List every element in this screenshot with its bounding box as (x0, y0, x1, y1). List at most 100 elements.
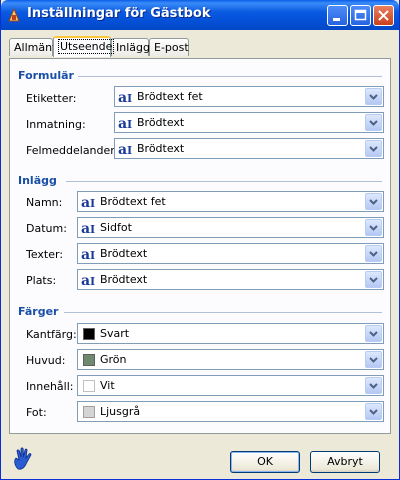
dropdown-button[interactable] (365, 271, 382, 288)
huvud-select[interactable]: Grön (77, 349, 384, 370)
minimize-button[interactable] (327, 5, 348, 26)
tab-inlagg[interactable]: Inlägg (111, 38, 150, 56)
font-style-icon: aI (118, 142, 132, 156)
chevron-down-icon (369, 199, 378, 205)
svg-text:I: I (127, 144, 132, 156)
select-value: Vit (100, 379, 115, 392)
kantfarg-select[interactable]: Svart (77, 323, 384, 344)
select-value: Ljusgrå (100, 405, 141, 418)
namn-select[interactable]: aI Brödtext fet (77, 191, 384, 212)
svg-text:I: I (90, 197, 95, 209)
select-value: Brödtext fet (100, 195, 166, 208)
dropdown-button[interactable] (365, 325, 382, 342)
label-texter: Texter: (26, 248, 64, 261)
font-style-icon: aI (118, 90, 132, 104)
chevron-down-icon (369, 277, 378, 283)
maximize-icon (354, 9, 367, 21)
section-divider (64, 312, 382, 313)
svg-text:a: a (81, 221, 90, 235)
label-huvud: Huvud: (26, 354, 66, 367)
tab-utseende[interactable]: Utseende (53, 36, 115, 57)
label-inmatning: Inmatning: (26, 118, 86, 131)
svg-text:a: a (81, 247, 90, 261)
select-value: Grön (100, 353, 127, 366)
svg-text:I: I (90, 249, 95, 261)
plats-select[interactable]: aI Brödtext (77, 269, 384, 290)
label-kantfarg: Kantfärg: (26, 328, 77, 341)
etiketter-select[interactable]: aI Brödtext fet (114, 86, 384, 107)
svg-text:I: I (127, 118, 132, 130)
color-swatch (83, 328, 95, 340)
section-divider (66, 181, 382, 182)
tab-label: E-post (154, 41, 189, 54)
font-style-icon: aI (81, 273, 95, 287)
font-style-icon: aI (81, 247, 95, 261)
select-value: Sidfot (100, 221, 132, 234)
title-bar[interactable]: Inställningar för Gästbok (1, 0, 399, 30)
chevron-down-icon (369, 357, 378, 363)
chevron-down-icon (369, 225, 378, 231)
select-value: Brödtext fet (137, 90, 203, 103)
close-icon (378, 10, 389, 21)
dropdown-button[interactable] (365, 88, 382, 105)
chevron-down-icon (369, 146, 378, 152)
select-value: Brödtext (100, 247, 148, 260)
svg-text:a: a (118, 90, 127, 104)
close-button[interactable] (373, 5, 394, 26)
color-swatch (83, 406, 95, 418)
texter-select[interactable]: aI Brödtext (77, 243, 384, 264)
color-swatch (83, 380, 95, 392)
select-value: Brödtext (137, 116, 185, 129)
font-style-icon: aI (118, 116, 132, 130)
innehall-select[interactable]: Vit (77, 375, 384, 396)
tab-label: Inlägg (116, 41, 150, 54)
font-style-icon: aI (81, 221, 95, 235)
label-innehall: Innehåll: (26, 380, 74, 393)
dropdown-button[interactable] (365, 351, 382, 368)
font-style-icon: aI (81, 195, 95, 209)
label-fot: Fot: (26, 406, 47, 419)
select-value: Brödtext (137, 142, 185, 155)
label-felmeddelanden: Felmeddelanden: (26, 144, 121, 157)
settings-window: Inställningar för Gästbok Allmänt Utseen… (0, 0, 400, 480)
section-divider (78, 76, 382, 77)
felmeddelanden-select[interactable]: aI Brödtext (114, 138, 384, 159)
dropdown-button[interactable] (365, 403, 382, 420)
svg-text:a: a (118, 142, 127, 156)
tab-e-post[interactable]: E-post (149, 38, 189, 56)
chevron-down-icon (369, 383, 378, 389)
chevron-down-icon (369, 94, 378, 100)
svg-text:I: I (90, 223, 95, 235)
dropdown-button[interactable] (365, 377, 382, 394)
maximize-button[interactable] (350, 5, 371, 26)
cancel-button[interactable]: Avbryt (310, 451, 380, 473)
dropdown-button[interactable] (365, 193, 382, 210)
label-etiketter: Etiketter: (26, 92, 77, 105)
tab-allmant[interactable]: Allmänt (9, 38, 56, 56)
label-plats: Plats: (26, 274, 57, 287)
tab-panel-utseende: Formulär Etiketter: aI Brödtext fet Inma… (9, 58, 391, 434)
section-title-formular: Formulär (18, 69, 74, 82)
chevron-down-icon (369, 331, 378, 337)
section-title-inlagg: Inlägg (18, 174, 57, 187)
ok-button[interactable]: OK (230, 451, 300, 473)
select-value: Brödtext (100, 273, 148, 286)
app-icon (8, 7, 20, 22)
dropdown-button[interactable] (365, 140, 382, 157)
chevron-down-icon (369, 120, 378, 126)
dropdown-button[interactable] (365, 219, 382, 236)
color-swatch (83, 354, 95, 366)
svg-text:a: a (81, 195, 90, 209)
inmatning-select[interactable]: aI Brödtext (114, 112, 384, 133)
fot-select[interactable]: Ljusgrå (77, 401, 384, 422)
svg-text:a: a (81, 273, 90, 287)
dropdown-button[interactable] (365, 245, 382, 262)
help-hand-icon[interactable] (11, 447, 35, 471)
label-datum: Datum: (26, 222, 67, 235)
svg-text:I: I (90, 275, 95, 287)
window-title: Inställningar för Gästbok (27, 6, 211, 21)
label-namn: Namn: (26, 196, 63, 209)
minimize-icon (333, 18, 340, 21)
dropdown-button[interactable] (365, 114, 382, 131)
datum-select[interactable]: aI Sidfot (77, 217, 384, 238)
